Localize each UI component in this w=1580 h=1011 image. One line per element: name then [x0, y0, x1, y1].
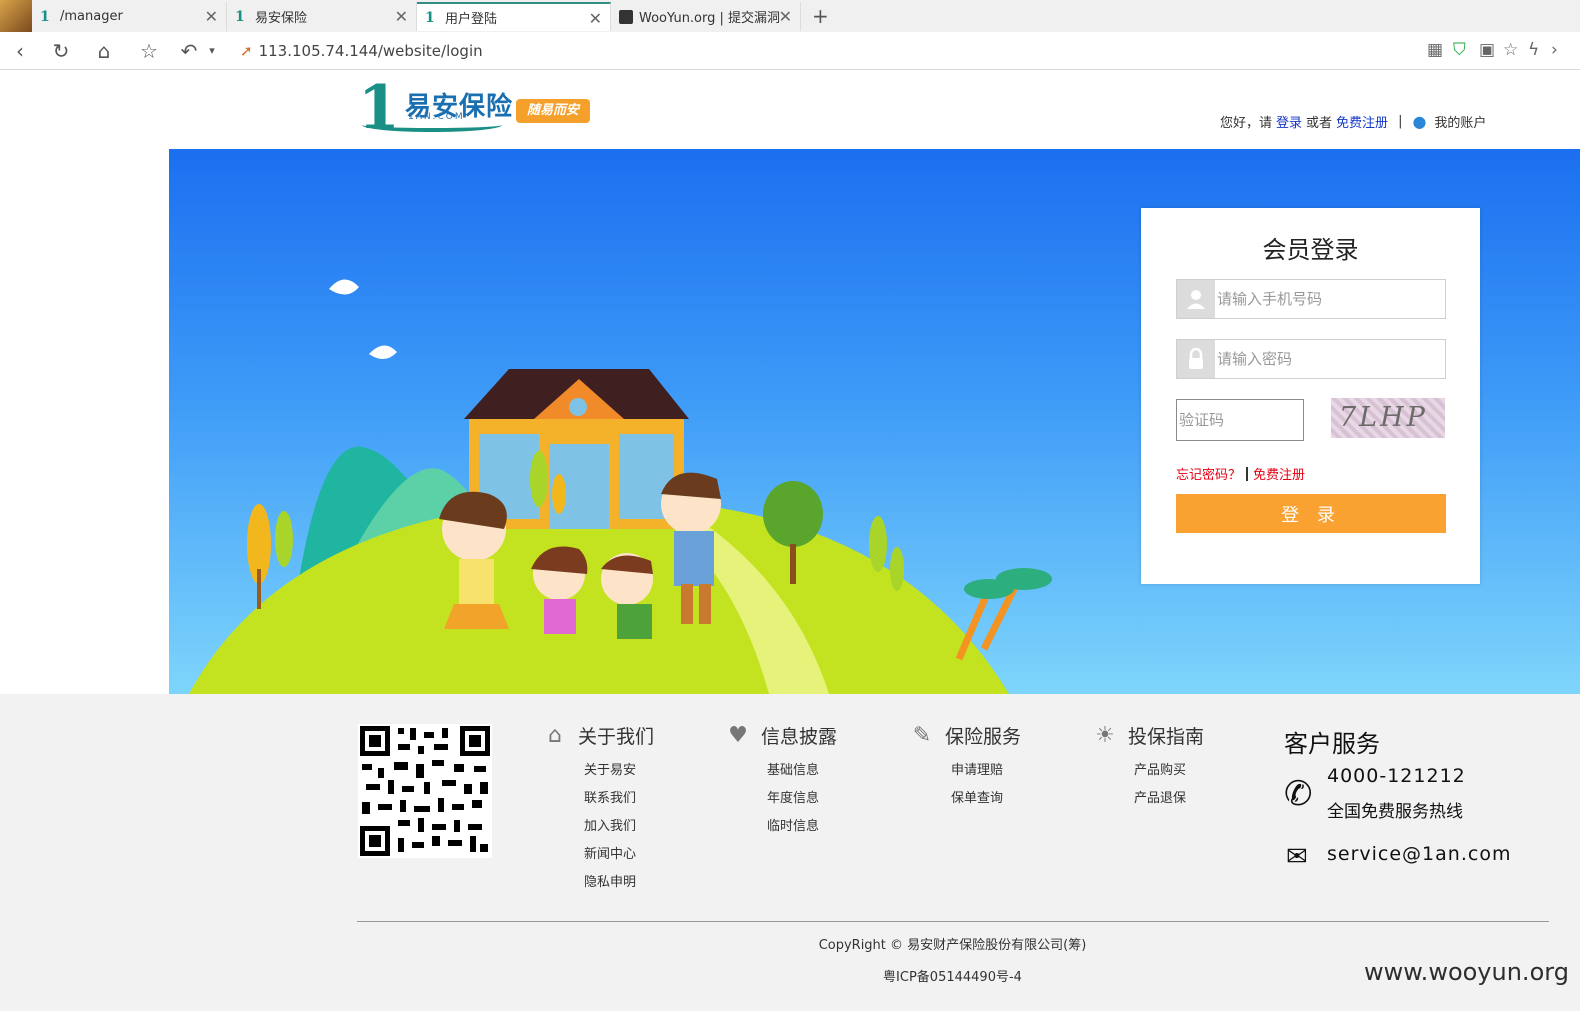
- login-links: 忘记密码？ 免费注册: [1176, 464, 1305, 483]
- footer-col-title: 信息披露: [761, 726, 838, 748]
- phone-field: [1176, 279, 1446, 319]
- footer-link[interactable]: 关于易安: [584, 757, 654, 785]
- user-icon: ●: [1412, 112, 1427, 131]
- footer-col-title: 保险服务: [945, 726, 1022, 748]
- lock-icon: [1177, 340, 1215, 378]
- greeting-text: 您好，请: [1220, 116, 1273, 131]
- tab-yian[interactable]: 1 易安保险 ✕: [227, 2, 417, 31]
- tab-user-login[interactable]: 1 用户登陆 ✕: [417, 2, 611, 31]
- footer-col-insurance-service: ✎ 保险服务 申请理赔 保单查询: [909, 722, 1021, 813]
- rocket-icon: ➚: [240, 42, 253, 60]
- address-bar[interactable]: ➚ 113.105.74.144/website/login: [240, 40, 483, 62]
- captcha-image[interactable]: 7LHP: [1331, 398, 1445, 438]
- footer-col-disclosure: ♥ 信息披露 基础信息 年度信息 临时信息: [725, 722, 837, 841]
- my-account-link[interactable]: 我的账户: [1434, 112, 1486, 131]
- footer-col-title: 投保指南: [1128, 726, 1205, 748]
- hotline-number: 4000-121212: [1327, 765, 1466, 787]
- user-icon: [1177, 280, 1215, 318]
- tab-title: 用户登陆: [445, 12, 498, 27]
- site-favicon-icon: 1: [425, 9, 435, 26]
- site-favicon-icon: 1: [235, 8, 245, 25]
- customer-service-title: 客户服务: [1284, 730, 1380, 758]
- undo-icon[interactable]: ↶: [177, 39, 201, 63]
- copyright: CopyRight © 易安财产保险股份有限公司(筹): [818, 938, 1087, 953]
- lightbulb-icon: ☀: [1095, 723, 1115, 748]
- reload-icon[interactable]: ↻: [49, 39, 73, 63]
- document-pen-icon: ✎: [912, 723, 932, 748]
- footer-link[interactable]: 隐私申明: [584, 869, 654, 897]
- qr-code: [358, 724, 492, 858]
- footer-link[interactable]: 产品购买: [1134, 757, 1204, 785]
- captcha-field: [1176, 399, 1304, 441]
- footer-link[interactable]: 保单查询: [951, 785, 1021, 813]
- tab-title: 易安保险: [255, 11, 308, 26]
- lightning-icon[interactable]: ϟ: [1528, 40, 1539, 60]
- footer-divider: [357, 921, 1549, 922]
- divider: |: [1398, 114, 1403, 129]
- footer-link[interactable]: 临时信息: [767, 813, 837, 841]
- browser-toolbar: [0, 32, 1580, 70]
- logo-sub: 1AN.COM: [408, 112, 465, 122]
- forgot-password-link[interactable]: 忘记密码？: [1176, 468, 1241, 483]
- tab-wooyun[interactable]: WooYun.org | 提交漏洞 ✕: [611, 2, 801, 31]
- close-icon[interactable]: ✕: [395, 7, 408, 26]
- home-icon: ⌂: [548, 723, 562, 748]
- captcha-text: 7LHP: [1339, 402, 1428, 433]
- site-favicon-icon: 1: [40, 8, 50, 25]
- back-icon[interactable]: ‹: [8, 39, 32, 63]
- or-text: 或者: [1306, 116, 1333, 131]
- captcha-input[interactable]: [1177, 400, 1301, 440]
- password-input[interactable]: [1215, 340, 1445, 378]
- mail-icon: ✉: [1286, 842, 1308, 872]
- watermark: www.wooyun.org: [1364, 958, 1569, 986]
- footer-col-about: ⌂ 关于我们 关于易安 联系我们 加入我们 新闻中心 隐私申明: [542, 722, 654, 897]
- close-icon[interactable]: ✕: [589, 9, 602, 28]
- browser-profile-avatar[interactable]: [0, 0, 32, 32]
- divider: [1246, 467, 1249, 481]
- footer-link[interactable]: 加入我们: [584, 813, 654, 841]
- login-title: 会员登录: [1262, 236, 1359, 264]
- footer-link[interactable]: 基础信息: [767, 757, 837, 785]
- tab-title: WooYun.org | 提交漏洞: [639, 11, 781, 26]
- register-link[interactable]: 免费注册: [1336, 112, 1388, 131]
- close-icon[interactable]: ✕: [779, 7, 792, 26]
- close-icon[interactable]: ✕: [205, 7, 218, 26]
- phone-input[interactable]: [1215, 280, 1445, 318]
- url-text: 113.105.74.144/website/login: [258, 42, 483, 60]
- hotline-label: 全国免费服务热线: [1327, 802, 1463, 822]
- tab-title: /manager: [60, 9, 123, 24]
- footer-link[interactable]: 联系我们: [584, 785, 654, 813]
- favorite-star-icon[interactable]: ☆: [1503, 40, 1518, 60]
- login-button[interactable]: 登 录: [1176, 494, 1446, 533]
- chevron-down-icon[interactable]: ▾: [200, 39, 224, 63]
- wooyun-favicon-icon: [619, 9, 633, 24]
- service-email[interactable]: service@1an.com: [1327, 843, 1511, 865]
- footer-col-guide: ☀ 投保指南 产品购买 产品退保: [1092, 722, 1204, 813]
- login-link[interactable]: 登录: [1276, 112, 1302, 131]
- reader-icon[interactable]: ▣: [1479, 40, 1495, 60]
- footer-col-title: 关于我们: [578, 726, 655, 748]
- free-register-link[interactable]: 免费注册: [1253, 468, 1305, 483]
- shield-icon[interactable]: ⛉: [1453, 40, 1466, 60]
- footer-link[interactable]: 新闻中心: [584, 841, 654, 869]
- icp-license[interactable]: 粤ICP备05144490号-4: [0, 966, 1580, 985]
- header-user-links: 您好，请 登录 或者 免费注册 | ● 我的账户: [1220, 112, 1486, 131]
- extensions-icon[interactable]: ›: [1551, 40, 1558, 60]
- phone-icon: ✆: [1284, 774, 1313, 814]
- home-icon[interactable]: ⌂: [92, 39, 116, 63]
- qr-code-icon[interactable]: ▦: [1427, 40, 1443, 60]
- logo-slogan: 随易而安: [516, 99, 590, 123]
- bookmark-star-icon[interactable]: ☆: [137, 39, 161, 63]
- tab-manager[interactable]: 1 /manager ✕: [32, 2, 227, 31]
- footer-link[interactable]: 产品退保: [1134, 785, 1204, 813]
- new-tab-icon[interactable]: +: [812, 4, 829, 28]
- password-field: [1176, 339, 1446, 379]
- heart-icon: ♥: [728, 723, 748, 748]
- member-login-panel: 会员登录 7LHP 忘记密码？ 免费注册 登 录: [1141, 208, 1480, 584]
- footer-link[interactable]: 申请理赔: [951, 757, 1021, 785]
- footer-link[interactable]: 年度信息: [767, 785, 837, 813]
